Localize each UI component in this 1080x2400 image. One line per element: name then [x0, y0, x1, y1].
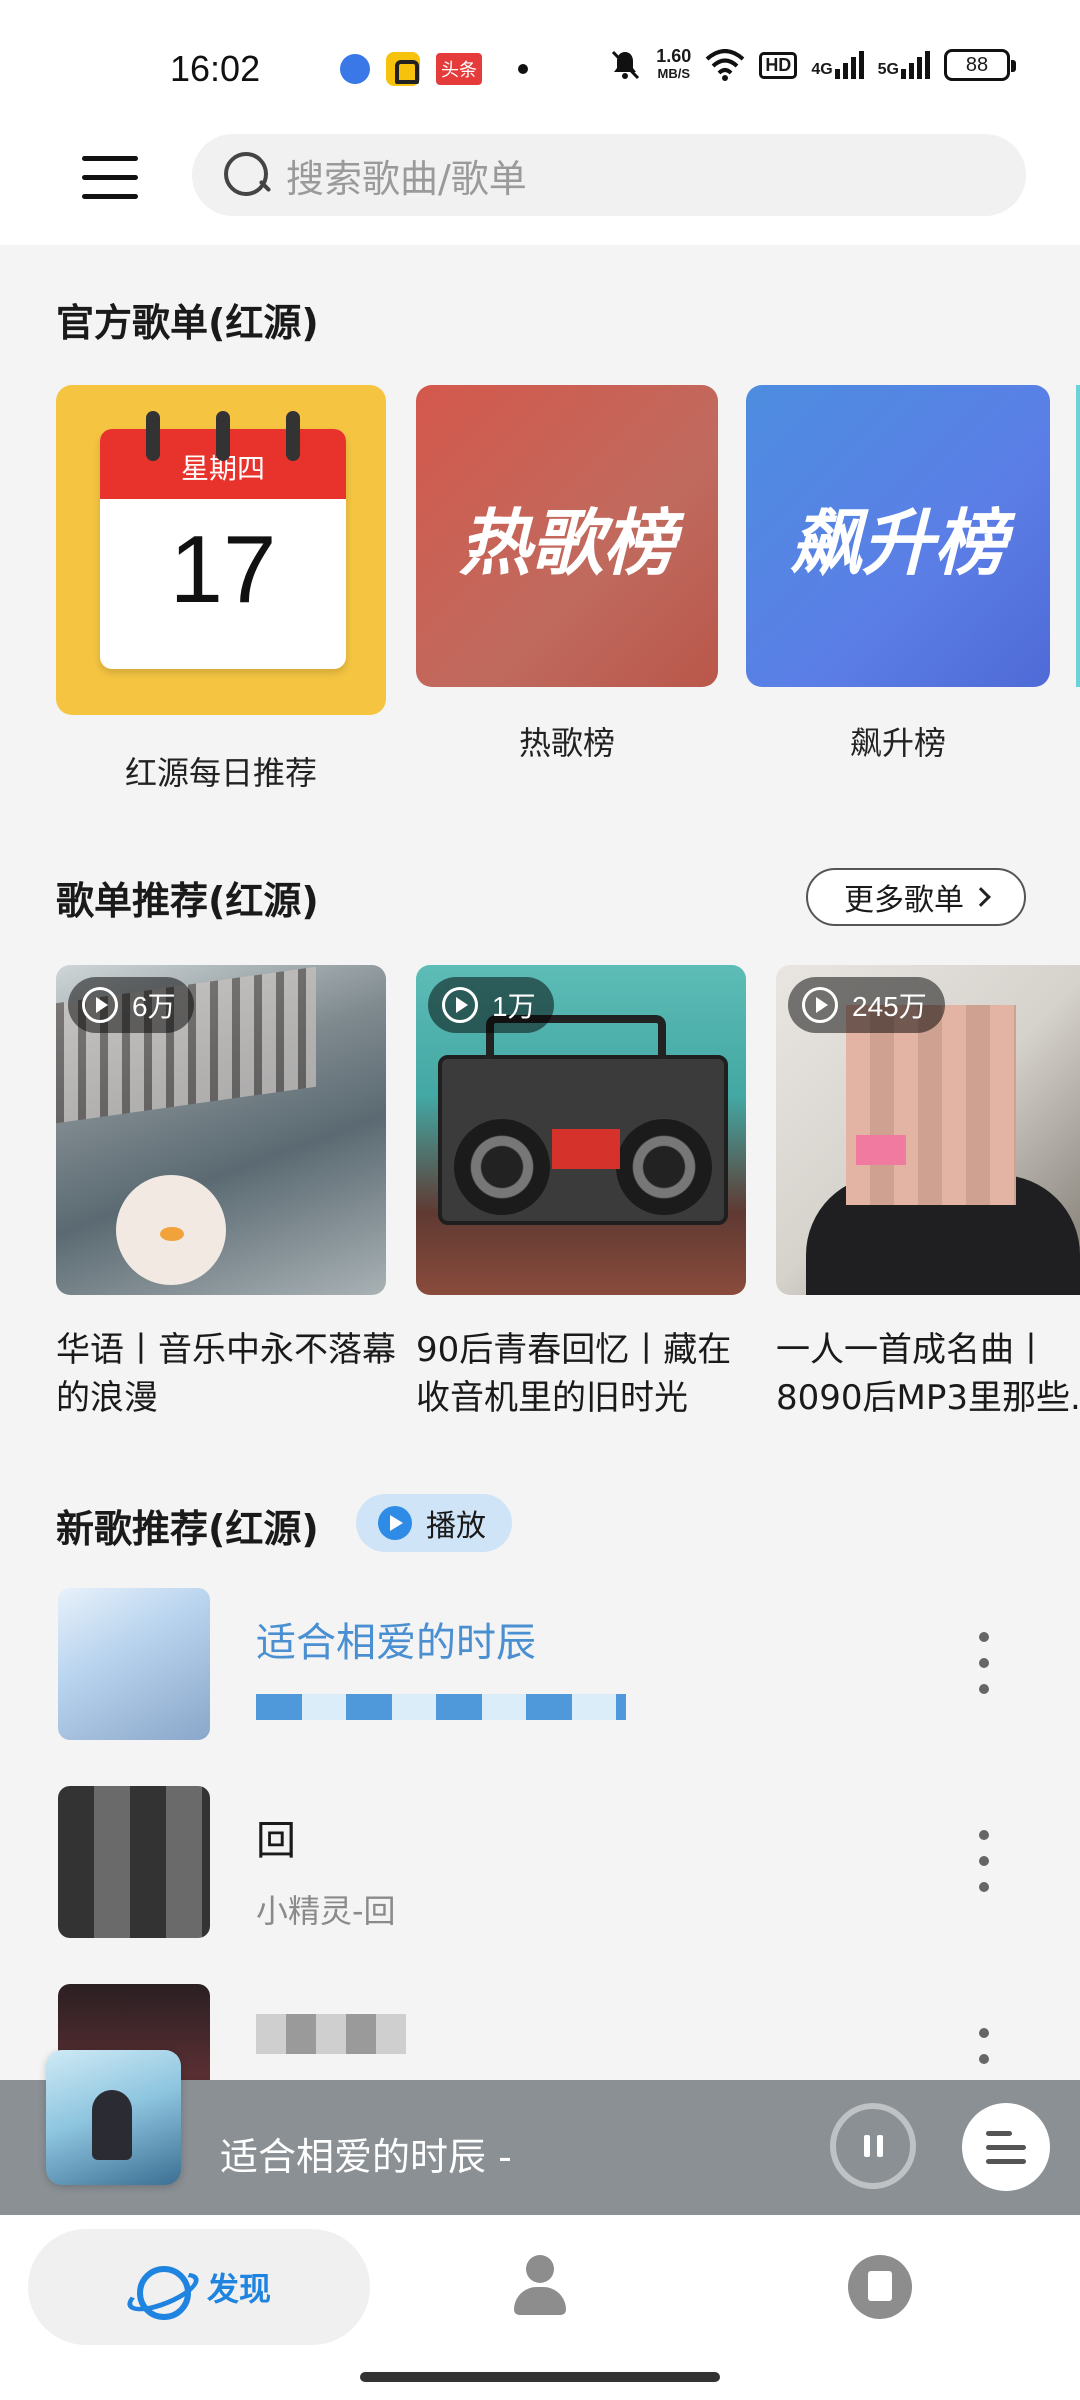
song-subtitle: 小精灵-回: [256, 1892, 396, 1930]
song-row[interactable]: 适合相爱的时辰: [0, 1588, 1080, 1758]
wifi-icon: [705, 49, 745, 81]
playlist-icon[interactable]: [962, 2103, 1050, 2191]
cover-art: [438, 1055, 728, 1225]
cover-art: [846, 1005, 1016, 1205]
signal-bars-icon: [901, 51, 930, 79]
chevron-right-icon: [971, 887, 991, 907]
play-count-badge: 245万: [788, 977, 945, 1033]
network-label-2: 5G: [877, 61, 899, 78]
playlist-title[interactable]: 一人一首成名曲丨 8090后MP3里那些...: [776, 1326, 1080, 1422]
playlist-card[interactable]: 245万: [776, 965, 1080, 1295]
playlist-title-line: 一人一首成名曲丨: [776, 1330, 1048, 1370]
song-artist-blurred: [256, 1694, 626, 1720]
hot-chart-label: 热歌榜: [518, 724, 615, 762]
mini-player-cover[interactable]: [46, 2050, 181, 2185]
search-bar[interactable]: 搜索歌曲/歌单: [192, 134, 1026, 216]
cover-art: [454, 1119, 550, 1215]
more-playlists-button[interactable]: 更多歌单: [806, 868, 1026, 926]
playlist-card[interactable]: 1万: [416, 965, 746, 1295]
status-time: 16:02: [170, 48, 261, 89]
daily-recommend-label: 红源每日推荐: [124, 754, 317, 792]
planet-icon: [127, 2256, 191, 2320]
nav-discover[interactable]: 发现: [28, 2229, 370, 2345]
song-title: 回: [256, 1818, 296, 1864]
more-playlists-label: 更多歌单: [844, 883, 964, 918]
search-icon: [222, 150, 272, 200]
system-indicators: 1.60 MB/S HD 4G 5G 88: [608, 46, 1016, 82]
cover-art: [116, 1175, 226, 1285]
pause-icon: [876, 2135, 883, 2157]
hot-chart-cover-text: 热歌榜: [458, 500, 675, 585]
rising-chart-label: 飙升榜: [849, 724, 946, 762]
play-count: 6万: [132, 991, 176, 1022]
daily-recommend-card[interactable]: 星期四 17: [56, 385, 386, 715]
net-speed: 1.60 MB/S: [656, 46, 692, 82]
play-icon: [802, 987, 838, 1023]
top-header: 搜索歌曲/歌单: [0, 130, 1080, 245]
play-count-badge: 6万: [68, 977, 194, 1033]
person-icon[interactable]: [508, 2255, 572, 2319]
cover-art: [552, 1129, 620, 1169]
playlist-card[interactable]: 6万: [56, 965, 386, 1295]
calendar-ring: [286, 411, 300, 461]
pause-icon: [863, 2135, 870, 2157]
network-label-1: 4G: [811, 61, 833, 78]
app-notification-icon: [386, 52, 420, 86]
playlist-title[interactable]: 华语丨音乐中永不落幕的浪漫: [56, 1326, 396, 1422]
mute-icon: [612, 50, 640, 80]
play-count: 1万: [492, 991, 536, 1022]
song-title: 适合相爱的时辰: [256, 1620, 536, 1666]
calendar-day: 17: [169, 516, 277, 623]
play-icon: [378, 1506, 412, 1540]
song-cover: [58, 1588, 210, 1740]
cover-art: [616, 1119, 712, 1215]
cover-art: [856, 1135, 906, 1165]
play-all-label: 播放: [426, 1509, 486, 1544]
play-all-button[interactable]: 播放: [356, 1494, 512, 1552]
play-count-badge: 1万: [428, 977, 554, 1033]
play-count: 245万: [852, 991, 927, 1022]
mini-player-title: 适合相爱的时辰 -: [220, 2135, 512, 2179]
notification-icons: 头条: [340, 52, 528, 86]
next-card-peek: [1076, 385, 1080, 687]
search-placeholder: 搜索歌曲/歌单: [286, 156, 527, 201]
section-title-official: 官方歌单(红源): [56, 301, 319, 345]
calendar-ring: [216, 411, 230, 461]
net-speed-unit: MB/S: [657, 66, 691, 81]
more-notifications-dot: [518, 64, 528, 74]
rising-chart-cover-text: 飙升榜: [789, 500, 1006, 585]
song-title-blurred: [256, 2014, 406, 2054]
signal-5g: 5G: [878, 51, 930, 79]
signal-4g: 4G: [811, 51, 864, 79]
baidu-icon: [340, 54, 370, 84]
hot-chart-card[interactable]: 热歌榜: [416, 385, 718, 687]
more-icon[interactable]: [978, 1830, 990, 1892]
section-title-playlists: 歌单推荐(红源): [56, 879, 319, 923]
home-indicator: [360, 2372, 720, 2382]
calendar-ring: [146, 411, 160, 461]
toutiao-icon: 头条: [436, 53, 482, 85]
status-bar: 16:02 头条 1.60 MB/S HD 4G 5G 88: [0, 0, 1080, 130]
nav-discover-label: 发现: [206, 2270, 271, 2308]
playlist-title-line: 8090后MP3里那些...: [776, 1378, 1080, 1418]
more-icon[interactable]: [978, 1632, 990, 1694]
menu-icon[interactable]: [82, 156, 138, 200]
hd-icon: HD: [759, 51, 798, 79]
book-icon[interactable]: [848, 2255, 912, 2319]
pause-button[interactable]: [830, 2103, 916, 2189]
rising-chart-card[interactable]: 飙升榜: [746, 385, 1050, 687]
signal-bars-icon: [834, 51, 864, 79]
battery-icon: 88: [944, 49, 1016, 81]
song-row[interactable]: 回 小精灵-回: [0, 1786, 1080, 1956]
playlist-title[interactable]: 90后青春回忆丨藏在收音机里的旧时光: [416, 1326, 756, 1422]
section-title-new-songs: 新歌推荐(红源): [56, 1507, 319, 1551]
play-icon: [82, 987, 118, 1023]
calendar-icon: 星期四 17: [100, 411, 346, 669]
play-icon: [442, 987, 478, 1023]
net-speed-value: 1.60: [656, 46, 692, 66]
song-cover: [58, 1786, 210, 1938]
